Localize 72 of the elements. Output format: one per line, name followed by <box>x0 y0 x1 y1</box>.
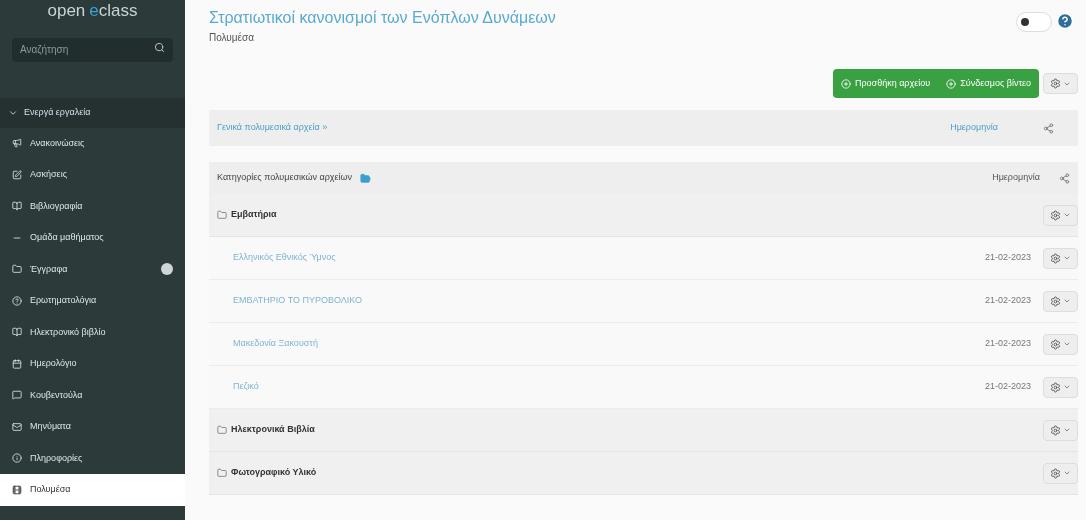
sidebar-section-header[interactable]: Ενεργά εργαλεία <box>0 97 185 128</box>
settings-dropdown-button[interactable] <box>1043 290 1078 312</box>
settings-dropdown-button[interactable] <box>1043 73 1078 94</box>
settings-icon <box>1050 78 1061 89</box>
question-icon <box>12 295 22 306</box>
settings-icon <box>1050 467 1061 479</box>
sidebar-item[interactable]: Ανακοινώσεις <box>0 127 185 159</box>
category-name[interactable]: Φωτογραφικό Υλικό <box>227 466 1043 480</box>
sidebar-item[interactable]: Βιβλιογραφία <box>0 190 185 222</box>
chat-icon <box>12 390 22 401</box>
settings-dropdown-button[interactable] <box>1043 333 1078 355</box>
caret-icon <box>1063 254 1071 262</box>
caret-icon <box>1063 211 1071 219</box>
toggle-switch[interactable] <box>1016 12 1052 32</box>
help-icon[interactable] <box>1056 12 1074 30</box>
settings-dropdown-button[interactable] <box>1043 204 1078 226</box>
edit-icon <box>12 169 22 180</box>
info-icon <box>12 453 22 464</box>
mail-icon <box>12 421 22 432</box>
sidebar-item[interactable]: Κουβεντούλα <box>0 379 185 411</box>
sidebar-item[interactable]: Πληροφορίες <box>0 442 185 474</box>
plus-icon <box>840 78 851 89</box>
sidebar-item[interactable]: Ομάδα μαθήματος <box>0 222 185 254</box>
folder-icon <box>217 210 227 220</box>
sidebar-item[interactable]: Ερωτηματολόγια <box>0 285 185 317</box>
caret-icon <box>1063 297 1071 305</box>
share-icon <box>1043 122 1054 134</box>
caret-icon <box>1063 383 1071 391</box>
settings-dropdown-button[interactable] <box>1043 419 1078 441</box>
settings-icon <box>1050 209 1061 221</box>
caret-icon <box>1063 340 1071 348</box>
settings-dropdown-button[interactable] <box>1043 462 1078 484</box>
megaphone-icon <box>12 138 22 149</box>
book-icon <box>12 201 22 212</box>
logo: open eclass <box>46 0 139 22</box>
column-heading: Ημερομηνία <box>949 121 999 135</box>
column-heading: Κατηγορίες πολυμεσικών αρχείων <box>216 171 353 185</box>
sidebar-item[interactable]: Ημερολόγιο <box>0 348 185 380</box>
plus-icon <box>946 78 957 89</box>
search-field[interactable]: Αναζήτηση <box>12 37 173 62</box>
page-title: Στρατιωτικοί κανονισμοί των Ενόπλων Δυνάμεων <box>209 8 557 28</box>
search-icon[interactable] <box>154 42 165 53</box>
film-icon <box>12 484 22 495</box>
sidebar-item[interactable]: Μηνύματα <box>0 411 185 443</box>
date-cell-text: 21-02-2023 <box>983 294 1032 308</box>
folder-icon <box>217 425 227 435</box>
sidebar-item[interactable]: Έγγραφα <box>0 253 185 285</box>
settings-icon <box>1050 338 1061 350</box>
settings-icon <box>1050 381 1061 393</box>
caret-icon <box>1063 469 1071 477</box>
settings-icon <box>1050 424 1061 436</box>
date-cell-text: 21-02-2023 <box>983 337 1032 351</box>
column-heading: Ημερομηνία <box>991 171 1041 185</box>
folder-icon[interactable] <box>360 172 371 184</box>
folder-icon <box>217 468 227 478</box>
date-cell-text: 21-02-2023 <box>983 380 1032 394</box>
settings-dropdown-button[interactable] <box>1043 247 1078 269</box>
share-icon <box>1059 172 1070 184</box>
settings-icon <box>1050 295 1061 307</box>
date-cell-text: 21-02-2023 <box>983 251 1032 265</box>
page-subtitle: Πολυμέσα <box>209 31 255 45</box>
book-icon <box>12 327 22 338</box>
calendar-icon <box>12 358 22 369</box>
category-name[interactable]: Εμβατήρια <box>227 208 1043 222</box>
category-name[interactable]: Ηλεκτρονικά Βιβλία <box>227 423 1043 437</box>
caret-icon <box>1063 426 1071 434</box>
sidebar-item[interactable]: Ασκήσεις <box>0 159 185 191</box>
sidebar-item[interactable]: Πολυμέσα <box>0 474 185 506</box>
settings-icon <box>1050 252 1061 264</box>
settings-dropdown-button[interactable] <box>1043 376 1078 398</box>
folder-icon <box>12 264 22 275</box>
sidebar-item[interactable]: Ηλεκτρονικό βιβλίο <box>0 316 185 348</box>
